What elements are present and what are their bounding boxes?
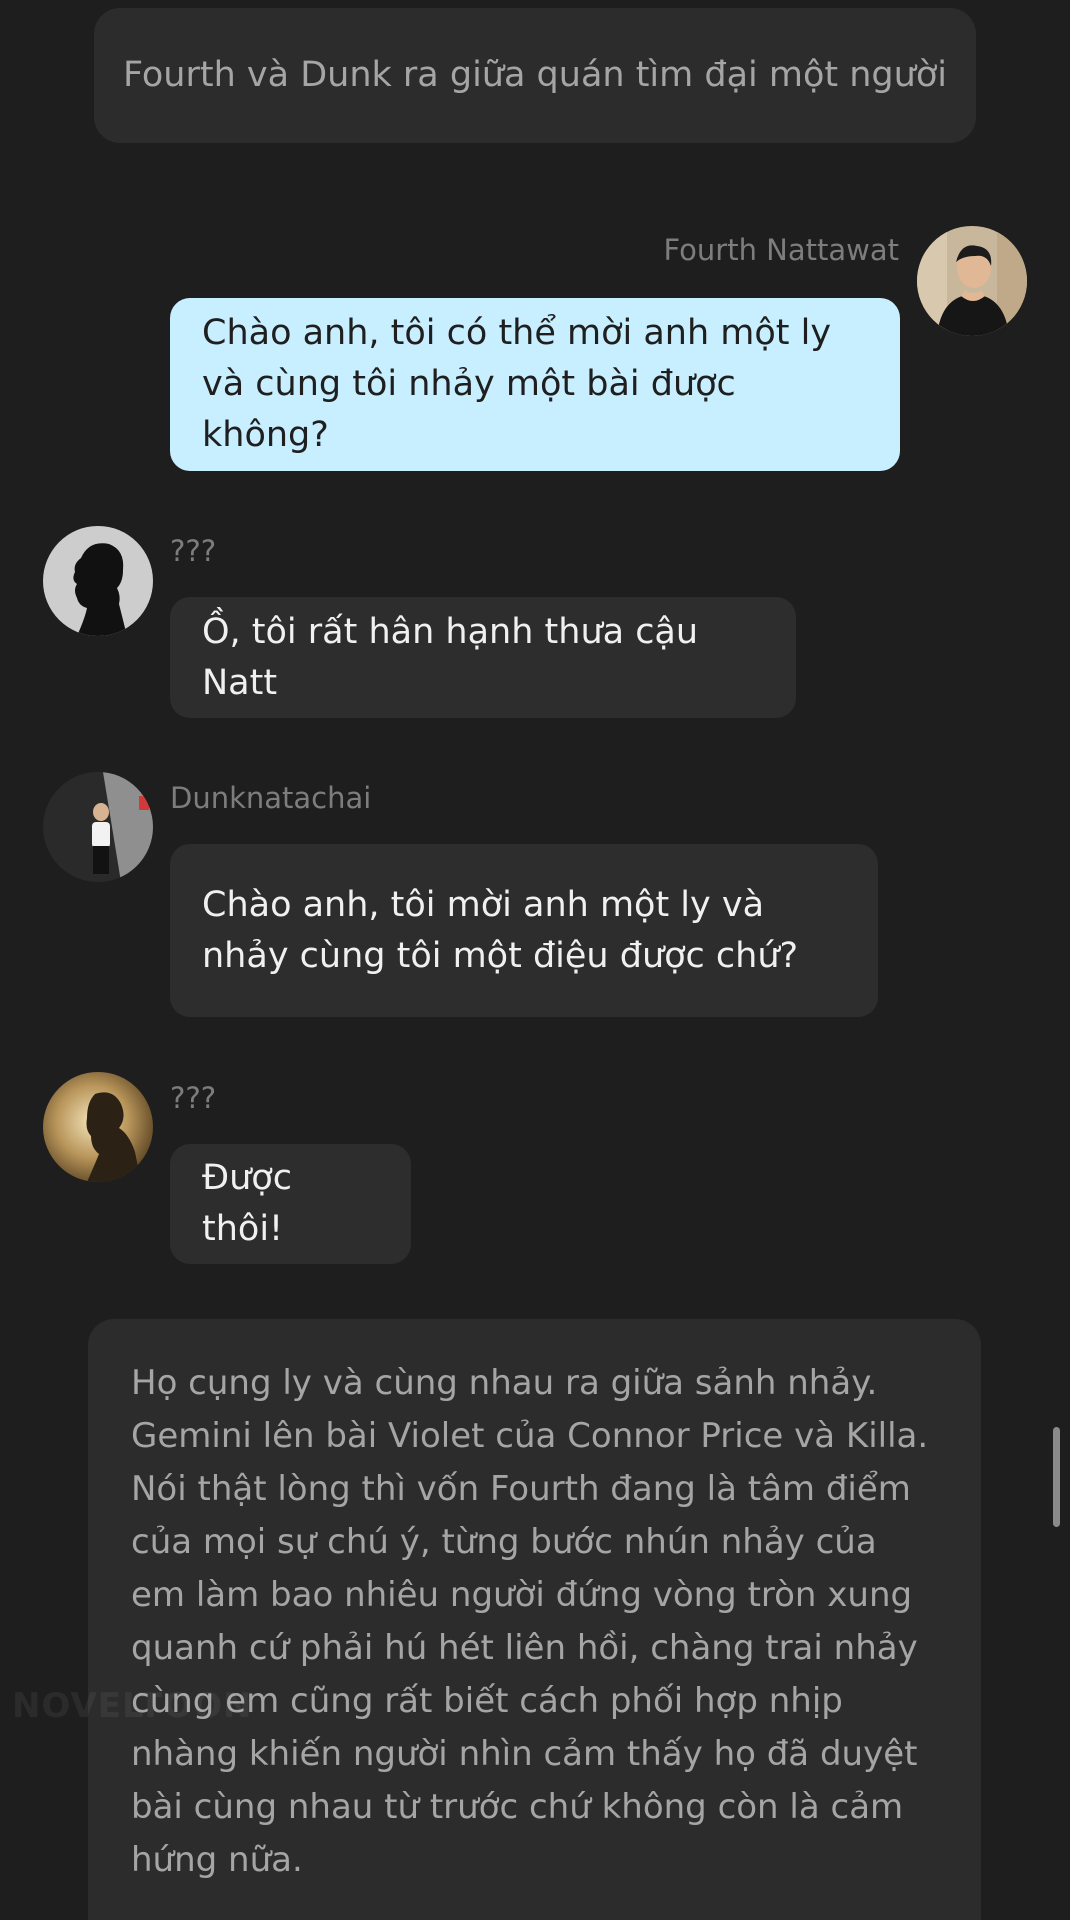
message-bubble-unknown-2: Được thôi! (170, 1144, 411, 1264)
sender-name-unknown-2: ??? (170, 1081, 217, 1115)
silhouette-icon (43, 526, 153, 636)
person-photo-icon (917, 226, 1027, 336)
person-photo-icon (43, 772, 153, 882)
message-bubble-unknown-1: Ồ, tôi rất hân hạnh thưa cậu Natt (170, 597, 796, 718)
scrollbar-thumb[interactable] (1053, 1427, 1060, 1527)
avatar-fourth[interactable] (917, 226, 1027, 336)
message-bubble-dunk: Chào anh, tôi mời anh một ly và nhảy cùn… (170, 844, 878, 1017)
chat-story-screen: Fourth và Dunk ra giữa quán tìm đại một … (0, 0, 1070, 1920)
avatar-unknown-1[interactable] (43, 526, 153, 636)
message-bubble-fourth: Chào anh, tôi có thể mời anh một ly và c… (170, 298, 900, 471)
avatar-dunk[interactable] (43, 772, 153, 882)
narration-top: Fourth và Dunk ra giữa quán tìm đại một … (94, 8, 976, 143)
sender-name-dunk: Dunknatachai (170, 781, 372, 815)
narration-bottom: Họ cụng ly và cùng nhau ra giữa sảnh nhả… (88, 1319, 981, 1920)
sender-name-unknown-1: ??? (170, 534, 217, 568)
sender-name-fourth: Fourth Nattawat (663, 233, 900, 267)
avatar-unknown-2[interactable] (43, 1072, 153, 1182)
silhouette-icon (43, 1072, 153, 1182)
watermark-logo: NOVELTOON (12, 1686, 253, 1726)
